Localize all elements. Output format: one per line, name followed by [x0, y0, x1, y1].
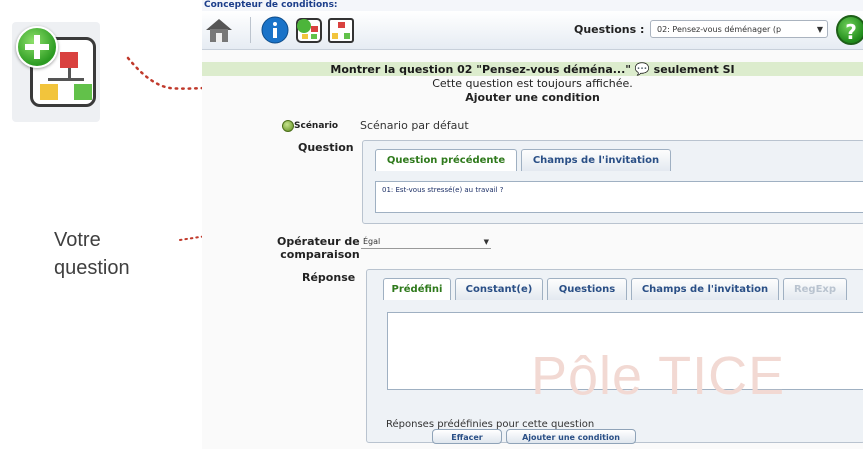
- questions-label: Questions :: [574, 23, 645, 36]
- previous-question-list[interactable]: 01: Est-vous stressé(e) au travail ?: [375, 181, 863, 213]
- operator-select[interactable]: Égal ▼: [361, 236, 491, 249]
- question-label: Question: [298, 141, 354, 154]
- annotation-text: Votre: [54, 229, 101, 251]
- condition-banner: Montrer la question 02 "Pensez-vous démé…: [202, 62, 863, 76]
- questions-select[interactable]: 02: Pensez-vous déménager (p ▼: [650, 20, 828, 38]
- watermark: Pôle TICE: [531, 346, 786, 406]
- section-title: Ajouter une condition: [465, 91, 600, 104]
- condition-designer-window: Concepteur de conditions: Questions : 02…: [202, 0, 863, 449]
- operator-label: Opérateur de comparaison: [277, 235, 360, 261]
- tree-node-yellow: [40, 84, 58, 100]
- banner-text: Montrer la question 02 "Pensez-vous démé…: [330, 63, 632, 76]
- chevron-down-icon: ▼: [483, 238, 489, 246]
- response-label: Réponse: [302, 271, 356, 284]
- scenario-icon: [282, 120, 294, 132]
- help-icon[interactable]: ?: [836, 15, 863, 45]
- info-icon[interactable]: [260, 16, 290, 44]
- tab-questions[interactable]: Questions: [547, 278, 627, 300]
- visibility-status: Cette question est toujours affichée.: [432, 77, 633, 90]
- tab-invitation-fields[interactable]: Champs de l'invitation: [521, 149, 671, 171]
- plus-icon: [16, 26, 58, 68]
- questions-selected-value: 02: Pensez-vous déménager (p: [657, 25, 782, 34]
- toolbar-separator: [250, 17, 251, 43]
- add-condition-button[interactable]: Ajouter une condition: [506, 429, 636, 444]
- banner-suffix: seulement SI: [653, 63, 735, 76]
- tab-predefined[interactable]: Prédéfini: [383, 278, 451, 300]
- add-condition-large-icon: [12, 22, 100, 122]
- scenario-value: Scénario par défaut: [360, 119, 469, 132]
- tab-invitation-fields[interactable]: Champs de l'invitation: [631, 278, 779, 300]
- tree-node-red: [60, 52, 78, 68]
- clear-button[interactable]: Effacer: [432, 429, 502, 444]
- question-panel: Question précédente Champs de l'invitati…: [362, 140, 863, 224]
- operator-value: Égal: [363, 237, 381, 246]
- speech-bubble-icon: 💬: [634, 62, 650, 76]
- home-icon[interactable]: [204, 16, 234, 44]
- operator-label-line2: comparaison: [280, 248, 360, 261]
- chevron-down-icon: ▼: [816, 25, 823, 34]
- annotation-text: question: [54, 257, 130, 279]
- scenario-label: Scénario: [294, 121, 339, 131]
- tab-previous-question[interactable]: Question précédente: [375, 149, 517, 171]
- previous-question-option[interactable]: 01: Est-vous stressé(e) au travail ?: [382, 186, 504, 194]
- window-title: Concepteur de conditions:: [202, 0, 863, 11]
- operator-label-line1: Opérateur de: [277, 235, 360, 248]
- tab-regexp: RegExp: [783, 278, 847, 300]
- condition-icon[interactable]: [326, 16, 356, 44]
- toolbar: Questions : 02: Pensez-vous déménager (p…: [202, 11, 863, 50]
- tree-node-green: [74, 84, 92, 100]
- tree-line: [48, 78, 84, 81]
- tab-constant[interactable]: Constant(e): [455, 278, 543, 300]
- add-question-icon[interactable]: [294, 16, 324, 44]
